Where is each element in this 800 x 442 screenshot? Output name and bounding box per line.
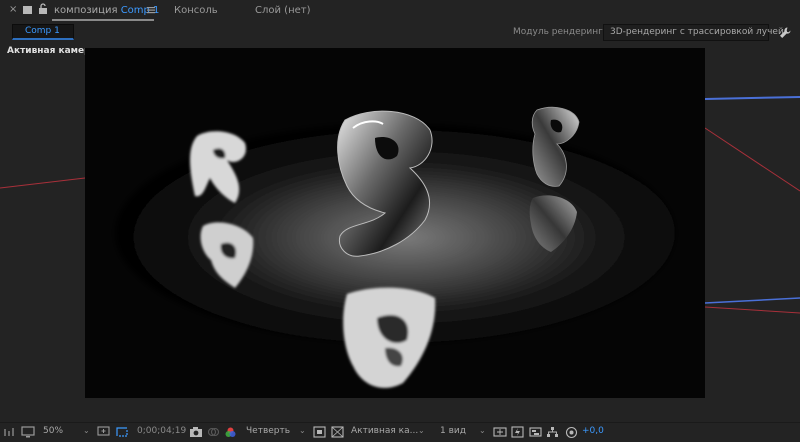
timeline-icon[interactable] xyxy=(529,426,542,440)
comp-chip-label: Comp 1 xyxy=(25,26,60,36)
wrench-icon[interactable] xyxy=(777,25,795,41)
resolution-dropdown-value[interactable]: Четверть xyxy=(246,426,290,440)
resolution-chevron-down-icon[interactable]: ⌄ xyxy=(299,426,306,440)
renderer-value: 3D-рендеринг с трассировкой лучей xyxy=(610,27,784,37)
views-dropdown-value[interactable]: 1 вид xyxy=(440,426,466,440)
flowchart-icon[interactable] xyxy=(546,426,559,440)
region-icon[interactable] xyxy=(115,426,129,440)
3d-view-icon[interactable] xyxy=(493,426,507,440)
camera-view-dropdown-value[interactable]: Активная ка... xyxy=(351,426,418,440)
fast-preview-icon[interactable] xyxy=(511,426,524,440)
render-frame xyxy=(85,48,705,398)
monitor-icon[interactable] xyxy=(21,426,35,440)
composition-icon xyxy=(23,6,32,14)
panel-tab-bar: × композиция Comp 1 Консоль Слой (нет) xyxy=(0,0,800,21)
views-chevron-down-icon[interactable]: ⌄ xyxy=(479,426,486,440)
zoom-dropdown-value[interactable]: 50% xyxy=(43,426,63,440)
roi-icon[interactable] xyxy=(313,426,326,440)
current-timecode[interactable]: 0;00;04;19 xyxy=(137,426,186,440)
active-camera-label: Активная камера xyxy=(7,46,97,56)
zoom-chevron-down-icon[interactable]: ⌄ xyxy=(83,426,90,440)
show-snapshot-icon[interactable] xyxy=(207,426,220,440)
color-wheel-icon[interactable] xyxy=(224,426,237,440)
renderer-dropdown[interactable]: 3D-рендеринг с трассировкой лучей xyxy=(603,24,784,41)
exposure-value[interactable]: +0,0 xyxy=(582,426,604,440)
tab-composition[interactable]: композиция Comp 1 xyxy=(52,0,159,21)
camera-icon[interactable] xyxy=(189,426,203,440)
reset-exposure-icon[interactable] xyxy=(565,426,578,440)
fit-icon[interactable] xyxy=(97,426,110,440)
viewer-toolbar: 50% ⌄ 0;00;04;19 Четверть ⌄ Активная ка.… xyxy=(0,422,800,442)
snapshot-toggle-icon[interactable] xyxy=(3,426,15,440)
panel-menu-icon[interactable] xyxy=(146,5,156,18)
camera-view-chevron-down-icon[interactable]: ⌄ xyxy=(418,426,425,440)
comp-navigator-chip[interactable]: Comp 1 xyxy=(12,24,74,40)
tab-composition-prefix: композиция xyxy=(54,5,118,16)
tab-console[interactable]: Консоль xyxy=(174,5,218,16)
lock-icon[interactable] xyxy=(38,3,48,18)
viewer-options-row: Comp 1 Модуль рендеринга: 3D-рендеринг с… xyxy=(0,21,800,45)
transparency-grid-icon[interactable] xyxy=(331,426,344,440)
tab-layer[interactable]: Слой (нет) xyxy=(255,5,311,16)
composition-viewer[interactable]: Активная камера xyxy=(0,45,800,422)
renderer-label: Модуль рендеринга: xyxy=(513,27,612,37)
rendered-scene xyxy=(85,48,705,398)
close-icon[interactable]: × xyxy=(9,4,17,15)
